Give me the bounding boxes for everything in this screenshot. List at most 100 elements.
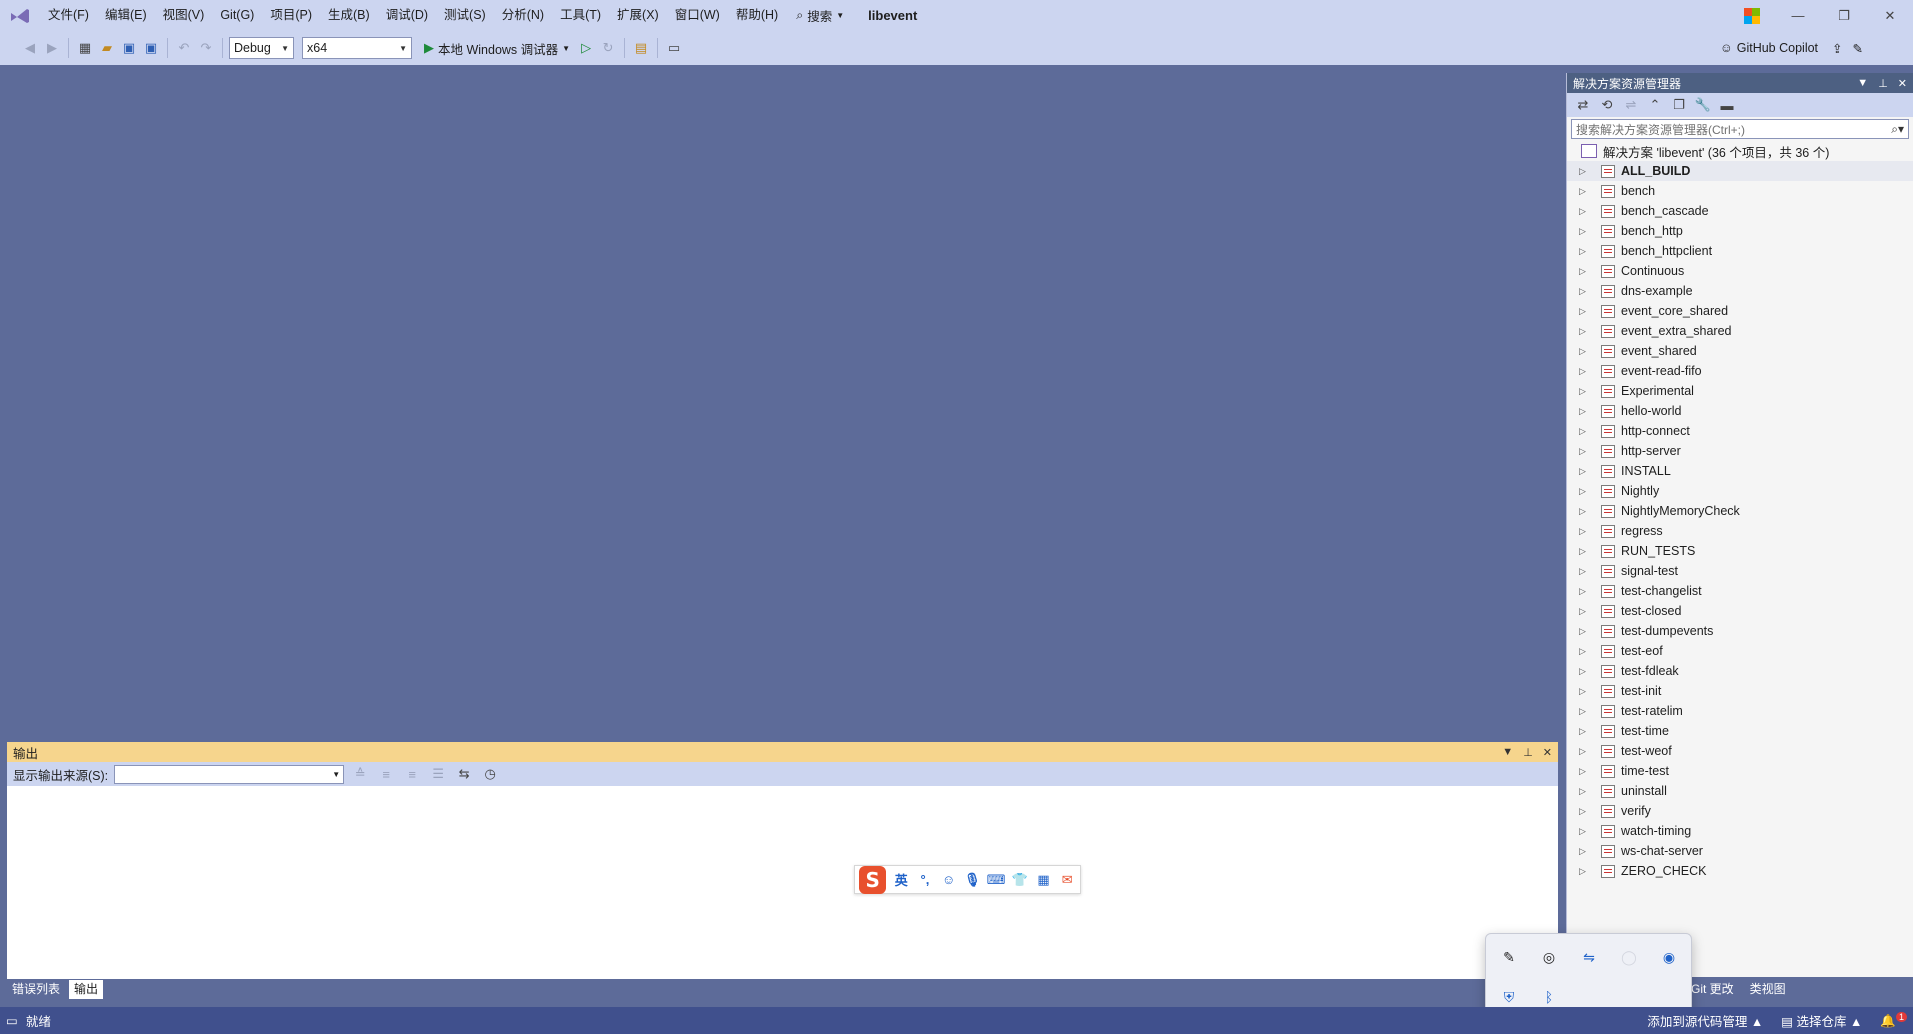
expand-arrow-icon[interactable]: ▷ xyxy=(1579,586,1595,597)
new-item-icon[interactable]: ▦ xyxy=(75,37,95,59)
project-node[interactable]: ▷ bench_http xyxy=(1567,221,1913,241)
project-node[interactable]: ▷ Nightly xyxy=(1567,481,1913,501)
microphone-icon[interactable]: 🎙 xyxy=(963,871,981,889)
forward-icon[interactable]: ▶ xyxy=(42,37,62,59)
project-node[interactable]: ▷ RUN_TESTS xyxy=(1567,541,1913,561)
expand-arrow-icon[interactable]: ▷ xyxy=(1579,486,1595,497)
punctuation-icon[interactable]: °, xyxy=(916,871,934,889)
expand-arrow-icon[interactable]: ▷ xyxy=(1579,646,1595,657)
solution-root-node[interactable]: 解决方案 'libevent' (36 个项目，共 36 个) xyxy=(1567,141,1913,161)
sync-tray-icon[interactable]: ⇋ xyxy=(1569,937,1609,977)
expand-arrow-icon[interactable]: ▷ xyxy=(1579,766,1595,777)
pin-icon[interactable]: ⊥ xyxy=(1523,746,1533,759)
project-node[interactable]: ▷ bench_cascade xyxy=(1567,201,1913,221)
project-node[interactable]: ▷ bench_httpclient xyxy=(1567,241,1913,261)
undo-icon[interactable]: ↶ xyxy=(174,37,194,59)
add-source-control-button[interactable]: 添加到源代码管理 ▲ xyxy=(1647,1011,1763,1030)
menu-item[interactable]: 窗口(W) xyxy=(667,0,728,31)
save-icon[interactable]: ▣ xyxy=(119,37,139,59)
project-node[interactable]: ▷ test-changelist xyxy=(1567,581,1913,601)
expand-arrow-icon[interactable]: ▷ xyxy=(1579,466,1595,477)
more-icon[interactable]: ✉ xyxy=(1058,871,1076,889)
expand-arrow-icon[interactable]: ▷ xyxy=(1579,346,1595,357)
menu-item[interactable]: 扩展(X) xyxy=(609,0,667,31)
project-node[interactable]: ▷ ALL_BUILD xyxy=(1567,161,1913,181)
feedback-icon[interactable]: ✎ xyxy=(1853,41,1863,56)
project-node[interactable]: ▷ hello-world xyxy=(1567,401,1913,421)
project-node[interactable]: ▷ time-test xyxy=(1567,761,1913,781)
project-node[interactable]: ▷ verify xyxy=(1567,801,1913,821)
tab-git-changes[interactable]: Git 更改 xyxy=(1686,980,1739,999)
project-node[interactable]: ▷ test-time xyxy=(1567,721,1913,741)
project-node[interactable]: ▷ test-eof xyxy=(1567,641,1913,661)
project-node[interactable]: ▷ http-connect xyxy=(1567,421,1913,441)
emoji-icon[interactable]: ☺ xyxy=(940,871,958,889)
timestamp-icon[interactable]: ◷ xyxy=(480,763,500,785)
show-all-files-icon[interactable]: ❐ xyxy=(1669,94,1689,116)
expand-arrow-icon[interactable]: ▷ xyxy=(1579,186,1595,197)
output-text-area[interactable] xyxy=(7,786,1558,979)
hot-reload-icon[interactable]: ↻ xyxy=(598,37,618,59)
expand-arrow-icon[interactable]: ▷ xyxy=(1579,666,1595,677)
menu-item[interactable]: 生成(B) xyxy=(320,0,378,31)
project-node[interactable]: ▷ test-ratelim xyxy=(1567,701,1913,721)
expand-arrow-icon[interactable]: ▷ xyxy=(1579,206,1595,217)
chevron-down-icon[interactable]: ▼ xyxy=(1857,77,1868,90)
back-icon[interactable]: ◀ xyxy=(20,37,40,59)
expand-arrow-icon[interactable]: ▷ xyxy=(1579,626,1595,637)
expand-arrow-icon[interactable]: ▷ xyxy=(1579,426,1595,437)
expand-arrow-icon[interactable]: ▷ xyxy=(1579,606,1595,617)
word-wrap-icon[interactable]: ⇆ xyxy=(454,763,474,785)
collapse-all-icon[interactable]: ⌃ xyxy=(1645,94,1665,116)
output-source-select[interactable]: ▼ xyxy=(114,764,345,784)
start-without-debugging-icon[interactable]: ▷ xyxy=(576,37,596,59)
save-all-icon[interactable]: ▣ xyxy=(141,37,161,59)
expand-arrow-icon[interactable]: ▷ xyxy=(1579,366,1595,377)
project-node[interactable]: ▷ test-closed xyxy=(1567,601,1913,621)
menu-item[interactable]: 工具(T) xyxy=(552,0,609,31)
preview-icon[interactable]: ▬ xyxy=(1717,94,1737,116)
project-node[interactable]: ▷ Experimental xyxy=(1567,381,1913,401)
share-icon[interactable]: ⇪ xyxy=(1832,41,1842,56)
vpn-tray-icon[interactable]: ◉ xyxy=(1649,937,1689,977)
expand-arrow-icon[interactable]: ▷ xyxy=(1579,306,1595,317)
project-node[interactable]: ▷ ws-chat-server xyxy=(1567,841,1913,861)
project-node[interactable]: ▷ event-read-fifo xyxy=(1567,361,1913,381)
switch-views-icon[interactable]: ⇄ xyxy=(1573,94,1593,116)
project-node[interactable]: ▷ uninstall xyxy=(1567,781,1913,801)
expand-arrow-icon[interactable]: ▷ xyxy=(1579,686,1595,697)
keyboard-icon[interactable]: ⌨ xyxy=(987,871,1006,889)
project-node[interactable]: ▷ signal-test xyxy=(1567,561,1913,581)
skin-icon[interactable]: 👕 xyxy=(1011,871,1029,889)
project-node[interactable]: ▷ event_shared xyxy=(1567,341,1913,361)
expand-arrow-icon[interactable]: ▷ xyxy=(1579,806,1595,817)
minimize-button[interactable]: — xyxy=(1775,0,1821,31)
menu-item[interactable]: 帮助(H) xyxy=(728,0,786,31)
start-debugging-button[interactable]: ▶ 本地 Windows 调试器 ▼ xyxy=(420,39,574,58)
expand-arrow-icon[interactable]: ▷ xyxy=(1579,746,1595,757)
open-folder-icon[interactable]: ▰ xyxy=(97,37,117,59)
clear-all-icon[interactable]: ☰ xyxy=(428,763,448,785)
project-node[interactable]: ▷ test-dumpevents xyxy=(1567,621,1913,641)
expand-arrow-icon[interactable]: ▷ xyxy=(1579,406,1595,417)
expand-arrow-icon[interactable]: ▷ xyxy=(1579,286,1595,297)
expand-arrow-icon[interactable]: ▷ xyxy=(1579,526,1595,537)
solution-search-input[interactable]: 搜索解决方案资源管理器(Ctrl+;) ⌕▾ xyxy=(1571,119,1909,139)
sogou-logo-icon[interactable]: S xyxy=(859,865,887,894)
menu-item[interactable]: 项目(P) xyxy=(262,0,320,31)
redo-icon[interactable]: ↷ xyxy=(196,37,216,59)
steam-icon[interactable]: ◎ xyxy=(1529,937,1569,977)
project-node[interactable]: ▷ test-weof xyxy=(1567,741,1913,761)
platform-select[interactable]: x64 ▼ xyxy=(302,37,412,59)
project-node[interactable]: ▷ event_extra_shared xyxy=(1567,321,1913,341)
expand-arrow-icon[interactable]: ▷ xyxy=(1579,266,1595,277)
sync-icon[interactable]: ⇌ xyxy=(1621,94,1641,116)
expand-arrow-icon[interactable]: ▷ xyxy=(1579,726,1595,737)
expand-arrow-icon[interactable]: ▷ xyxy=(1579,446,1595,457)
project-node[interactable]: ▷ test-init xyxy=(1567,681,1913,701)
expand-arrow-icon[interactable]: ▷ xyxy=(1579,506,1595,517)
properties-icon[interactable]: 🔧 xyxy=(1693,94,1713,116)
project-node[interactable]: ▷ http-server xyxy=(1567,441,1913,461)
history-icon[interactable]: ⟲ xyxy=(1597,94,1617,116)
search-icon[interactable]: ⌕▾ xyxy=(1891,122,1904,137)
